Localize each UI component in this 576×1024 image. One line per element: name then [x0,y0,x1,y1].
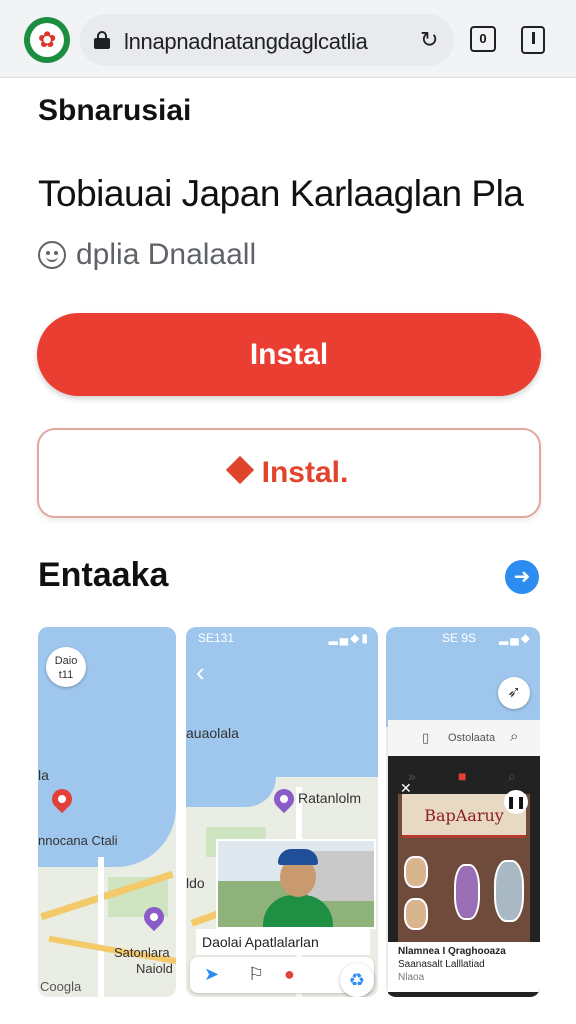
record-icon[interactable]: ■ [458,768,466,784]
search-icon[interactable]: ⌕ [508,768,516,785]
diamond-icon [225,455,254,485]
screenshots-arrow-button[interactable]: ➜ [505,560,539,594]
screenshot-2[interactable]: SE131 ▂▄◆▮ ‹ auaolala Ratanlolm ldo Daol… [186,627,378,997]
navigation-icon[interactable]: ➤ [204,964,219,985]
pause-icon[interactable]: ❚❚ [504,790,528,814]
map-label: Ratanlolm [298,790,362,806]
app-title: Tobiauai Japan Karlaaglan Pla [38,173,524,214]
refresh-icon[interactable]: ↻ [420,27,438,53]
phone-header: ▯ Ostolaata ⌕ [388,720,540,756]
rating-text: dplia Dnalaall [76,238,257,271]
walk-icon[interactable]: ⚐ [248,964,264,985]
lock-icon [94,31,110,49]
book-icon[interactable]: ▯ [422,730,429,746]
site-logo[interactable]: ✿ [24,17,70,63]
photo-card[interactable] [216,839,376,929]
screenshots-heading: Entaaka [38,556,169,594]
screenshot-3[interactable]: SE 9S ▂▄◆ ➶ ▯ Ostolaata ⌕ ✕ BapAaruy ❚❚ … [386,627,540,997]
section-kicker: Sbnarusiai [38,94,192,127]
phone-overlay: ▯ Ostolaata ⌕ ✕ BapAaruy ❚❚ Nlamnea I Qr… [388,720,540,997]
tabs-button[interactable]: 0 [470,26,496,52]
install-secondary-button[interactable]: Instal. [37,428,541,518]
map-pin-icon [269,784,299,814]
map-label: auaolala [186,725,239,741]
photo-caption: Daolai Apatlalarlan [196,929,370,955]
info-meta: Nlaoa [398,972,425,983]
phone-header-title: Ostolaata [448,732,496,744]
url-text: lnnapnadnatangdaglcatlia [124,29,368,54]
map-attribution: Coogla [40,979,82,994]
portrait-image [404,898,428,930]
status-time: SE131 [198,631,235,645]
info-subtitle: Saanasalt Lalllatiad [398,959,485,970]
map-label: Naiold [136,961,173,976]
status-icons: ▂▄◆ [499,631,532,645]
emblem-icon: ✿ [38,27,57,52]
pin-icon[interactable]: ● [284,964,295,985]
install-button[interactable]: Instal [37,313,541,396]
forward-icon[interactable]: » [408,768,416,784]
screenshot-1[interactable]: Daio t11 la nnocana Ctali Satonlara Naiol… [38,627,176,997]
recycle-icon[interactable]: ♻ [340,963,374,997]
status-time: SE 9S [442,631,477,645]
status-icons: ▂▄◆▮ [328,631,370,645]
person-image [494,860,524,922]
info-card: Nlamnea I Qraghooaza Saanasalt Lalllatia… [388,942,540,992]
smiley-icon [38,241,66,269]
map-edge-label: la [38,767,49,783]
address-bar[interactable]: lnnapnadnatangdaglcatlia ↻ [80,14,454,66]
map-label: Satonlara [114,945,170,960]
poster-image: BapAaruy [398,794,530,944]
navigate-icon[interactable]: ➶ [498,677,530,709]
search-icon[interactable]: ⌕ [510,728,518,745]
app-badge: Daio t11 [46,647,86,687]
map-label: ldo [186,875,205,891]
menu-button[interactable] [521,26,545,54]
person-image [454,864,480,920]
info-title: Nlamnea I Qraghooaza [398,946,506,957]
portrait-image [404,856,428,888]
map-label: nnocana Ctali [38,833,118,848]
back-icon[interactable]: ‹ [196,657,205,688]
browser-toolbar: ✿ lnnapnadnatangdaglcatlia ↻ 0 [0,0,576,78]
install-secondary-label: Instal. [261,456,349,489]
